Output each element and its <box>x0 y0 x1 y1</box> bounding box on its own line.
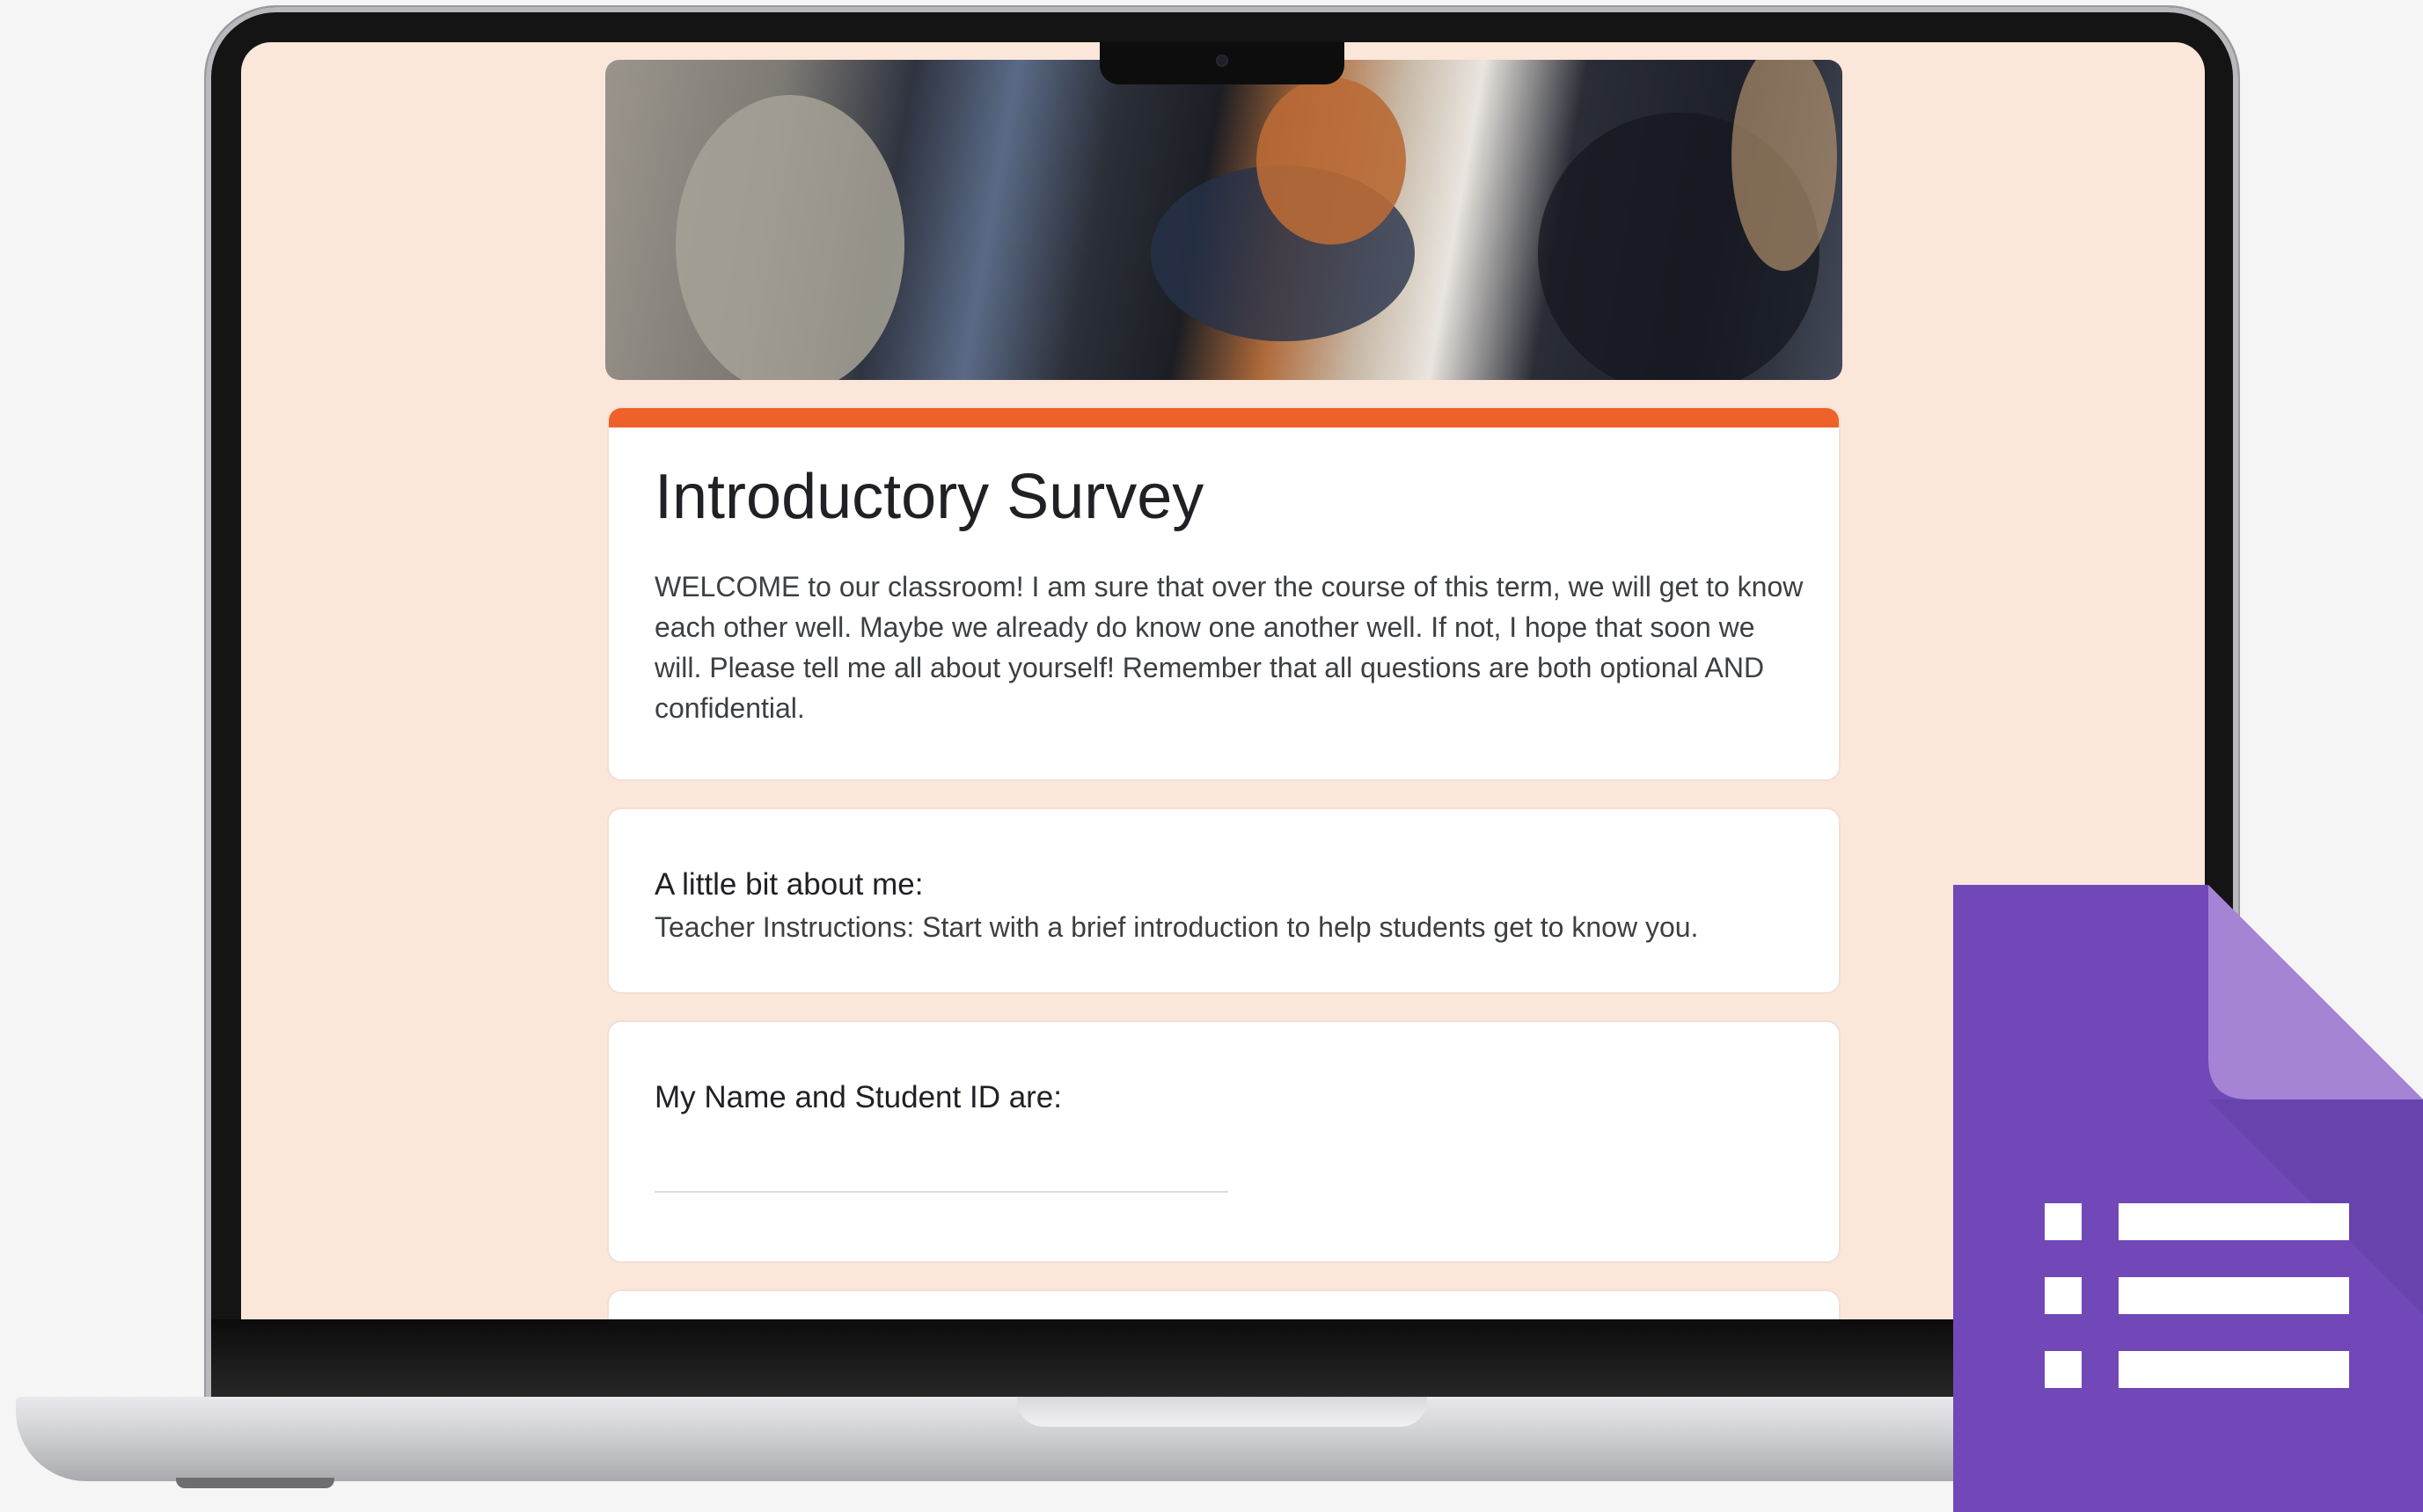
google-forms-icon <box>1953 885 2423 1512</box>
trackpad-notch <box>1017 1397 1427 1427</box>
section-title: A little bit about me: <box>655 867 924 902</box>
header-banner-image <box>605 60 1842 380</box>
laptop-foot-left <box>176 1478 334 1488</box>
short-answer-input[interactable] <box>655 1152 1228 1193</box>
question-card: My Name and Student ID are: <box>607 1020 1841 1263</box>
device-mockup: Introductory Survey WELCOME to our class… <box>0 0 2423 1512</box>
question-label: My Name and Student ID are: <box>655 1080 1062 1114</box>
camera-icon <box>1216 55 1228 67</box>
accent-bar <box>609 408 1839 427</box>
screen-bottom-bezel <box>211 1319 2235 1407</box>
section-card: A little bit about me: Teacher Instructi… <box>607 807 1841 994</box>
section-instructions: Teacher Instructions: Start with a brief… <box>655 911 1699 943</box>
form-description: WELCOME to our classroom! I am sure that… <box>655 571 1804 724</box>
form-title: Introductory Survey <box>655 462 1204 532</box>
form-header-card: Introductory Survey WELCOME to our class… <box>607 406 1841 781</box>
